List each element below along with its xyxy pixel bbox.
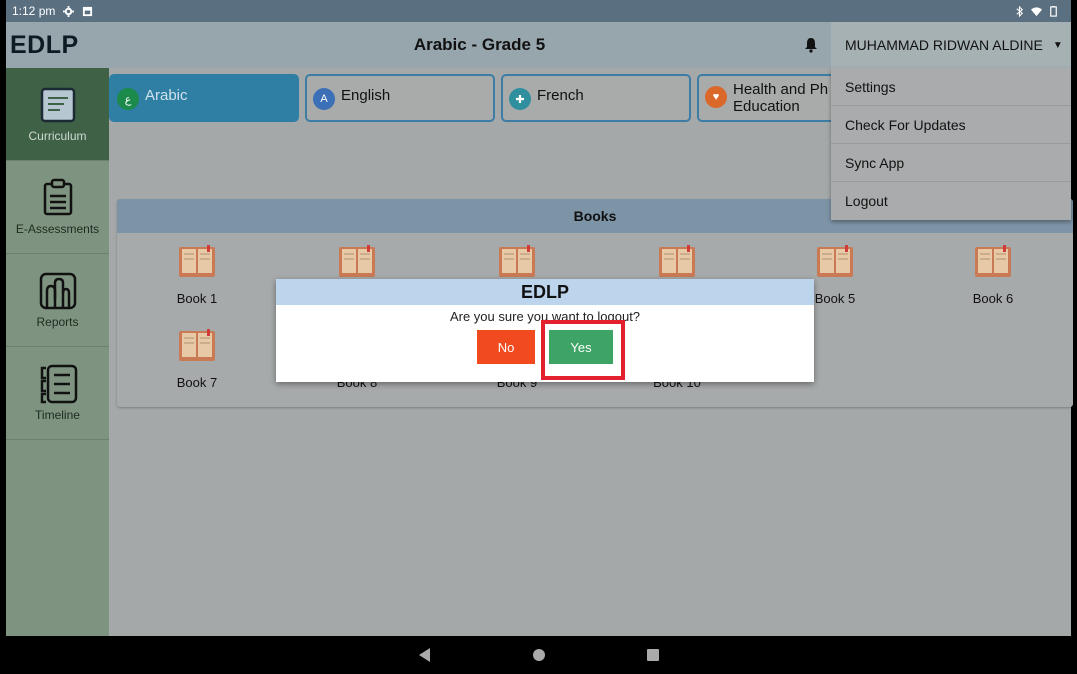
english-subject-icon: A <box>313 88 335 110</box>
clipboard-icon <box>43 178 72 216</box>
page-title: Arabic - Grade 5 <box>413 35 546 54</box>
battery-icon <box>1050 5 1057 17</box>
sidebar-item-reports[interactable]: Reports <box>6 254 109 347</box>
user-dropdown-menu: Settings Check For Updates Sync App Logo… <box>831 68 1071 220</box>
tab-label: English <box>341 87 391 104</box>
book-item[interactable]: Book 1 <box>147 245 247 306</box>
tab-label: Health and Ph Education <box>733 81 829 115</box>
menu-item-sync-app[interactable]: Sync App <box>831 144 1071 182</box>
menu-item-logout[interactable]: Logout <box>831 182 1071 220</box>
sidebar-item-label: Curriculum <box>28 129 87 143</box>
tab-arabic[interactable]: ع Arabic <box>109 74 299 122</box>
sidebar: Curriculum E-Assessments Reports Timelin… <box>6 68 109 636</box>
no-button[interactable]: No <box>477 330 535 364</box>
book-icon <box>179 245 215 277</box>
sidebar-item-e-assessments[interactable]: E-Assessments <box>6 161 109 254</box>
book-icon <box>975 245 1011 277</box>
book-label: Book 7 <box>176 375 218 390</box>
settings-icon <box>63 5 75 17</box>
status-time: 1:12 pm <box>12 4 56 18</box>
book-label: Book 5 <box>814 291 856 306</box>
home-icon <box>532 649 545 661</box>
reports-icon <box>39 272 76 310</box>
arabic-subject-icon: ع <box>117 88 139 110</box>
tab-label: French <box>537 87 584 104</box>
navigation-bar <box>0 636 1077 674</box>
dialog-title: EDLP <box>276 279 814 305</box>
highlight-box <box>541 320 625 380</box>
sidebar-item-curriculum[interactable]: Curriculum <box>6 68 109 161</box>
user-name: MUHAMMAD RIDWAN ALDINE <box>845 37 1043 53</box>
tab-french[interactable]: ✚ French <box>501 74 691 122</box>
book-label: Book 6 <box>972 291 1014 306</box>
app-logo: EDLP <box>10 30 79 59</box>
tab-label: Arabic <box>145 87 188 104</box>
book-item[interactable]: Book 6 <box>943 245 1043 306</box>
notifications-button[interactable] <box>791 37 831 53</box>
user-menu-button[interactable]: MUHAMMAD RIDWAN ALDINE ▼ <box>831 22 1071 68</box>
sidebar-item-label: E-Assessments <box>15 222 100 236</box>
book-icon <box>499 245 535 277</box>
back-icon <box>418 648 430 662</box>
book-icon <box>339 245 375 277</box>
tab-english[interactable]: A English <box>305 74 495 122</box>
subject-tabs: ع Arabic A English ✚ French ♥ Health and… <box>109 74 887 124</box>
book-icon <box>817 245 853 277</box>
book-item[interactable]: Book 7 <box>147 329 247 390</box>
app-bar: EDLP Arabic - Grade 5 MUHAMMAD RIDWAN AL… <box>6 22 1071 68</box>
caret-down-icon: ▼ <box>1052 39 1063 51</box>
status-bar: 1:12 pm <box>6 0 1071 22</box>
sidebar-item-label: Timeline <box>35 408 80 422</box>
screenshot-icon <box>83 6 93 16</box>
menu-item-settings[interactable]: Settings <box>831 68 1071 106</box>
health-subject-icon: ♥ <box>705 86 727 108</box>
sidebar-item-timeline[interactable]: Timeline <box>6 347 109 440</box>
french-subject-icon: ✚ <box>509 88 531 110</box>
back-button[interactable] <box>413 643 437 667</box>
bluetooth-icon <box>1016 5 1024 17</box>
wifi-icon <box>1031 6 1042 16</box>
book-label: Book 1 <box>176 291 218 306</box>
home-button[interactable] <box>527 643 551 667</box>
timeline-icon <box>40 364 77 404</box>
bell-icon <box>805 38 817 53</box>
menu-item-check-for-updates[interactable]: Check For Updates <box>831 106 1071 144</box>
book-icon <box>659 245 695 277</box>
recents-icon <box>646 649 659 661</box>
sidebar-item-label: Reports <box>36 315 79 329</box>
recents-button[interactable] <box>641 643 665 667</box>
book-icon <box>179 329 215 361</box>
curriculum-icon <box>40 87 75 123</box>
